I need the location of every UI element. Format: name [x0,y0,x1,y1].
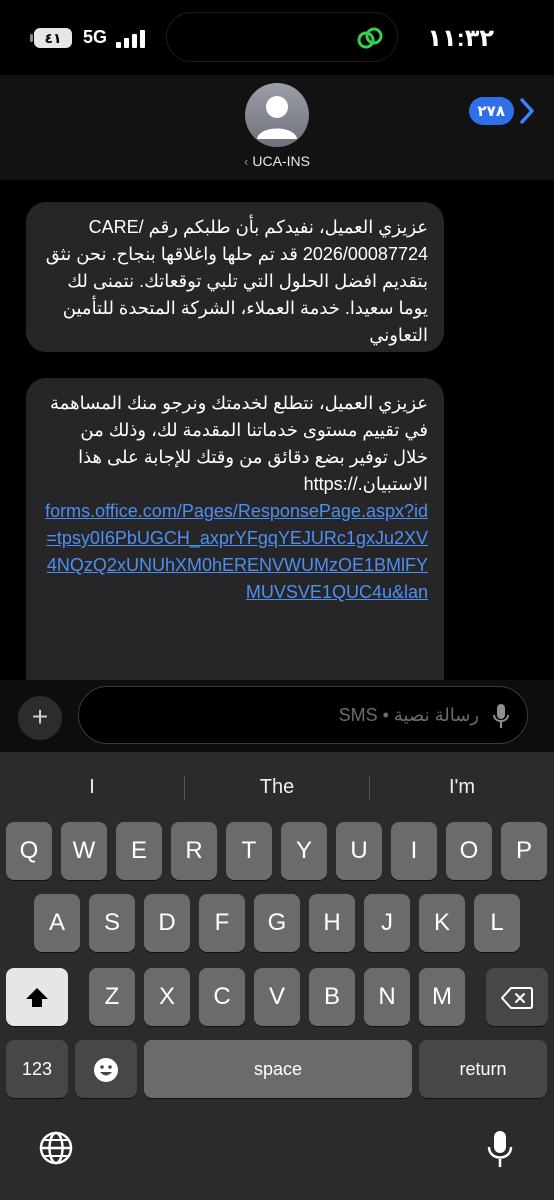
key-n[interactable]: N [364,968,410,1026]
plus-icon[interactable]: + [18,696,62,740]
unread-count-badge: ٢٧٨ [468,97,514,125]
network-type: 5G [83,27,108,47]
message-bubble[interactable]: عزيزي العميل، نتطلع لخدمتك ونرجو منك الم… [26,378,444,680]
key-q[interactable]: Q [6,822,52,880]
key-r[interactable]: R [171,822,217,880]
emoji-key[interactable] [75,1040,137,1098]
key-t[interactable]: T [226,822,272,880]
key-k[interactable]: K [419,894,465,952]
dynamic-island [166,12,398,62]
key-i[interactable]: I [391,822,437,880]
back-button[interactable]: ٢٧٨ [468,95,536,127]
key-l[interactable]: L [474,894,520,952]
shift-key[interactable] [6,968,68,1026]
status-time: ١١:٣٢ [427,25,494,52]
mic-icon[interactable] [493,703,509,729]
signal-icon [116,30,145,48]
key-c[interactable]: C [199,968,245,1026]
key-j[interactable]: J [364,894,410,952]
compose-bar: + [0,680,554,752]
key-u[interactable]: U [336,822,382,880]
numbers-key[interactable]: 123 [6,1040,68,1098]
message-text: عزيزي العميل، نفيدكم بأن طلبكم رقم CARE/… [45,217,428,345]
space-key[interactable]: space [144,1040,412,1098]
key-b[interactable]: B [309,968,355,1026]
emoji-icon [94,1058,118,1083]
key-w[interactable]: W [61,822,107,880]
key-o[interactable]: O [446,822,492,880]
globe-icon[interactable] [38,1130,74,1166]
contact-name[interactable]: ‹ UCA-INS [0,153,554,169]
suggestion-bar: I The I'm [0,764,554,810]
message-bubble[interactable]: عزيزي العميل، نفيدكم بأن طلبكم رقم CARE/… [26,202,444,352]
return-key[interactable]: return [419,1040,547,1098]
delete-key[interactable] [486,968,548,1026]
conversation-header: ٢٧٨ ‹ UCA-INS [0,75,554,180]
dictation-icon[interactable] [486,1129,514,1169]
key-e[interactable]: E [116,822,162,880]
key-s[interactable]: S [89,894,135,952]
key-y[interactable]: Y [281,822,327,880]
key-z[interactable]: Z [89,968,135,1026]
message-input-container[interactable] [78,686,528,744]
message-text: عزيزي العميل، نتطلع لخدمتك ونرجو منك الم… [50,393,428,494]
key-d[interactable]: D [144,894,190,952]
chevron-left-icon: ‹ [244,154,249,169]
key-x[interactable]: X [144,968,190,1026]
key-v[interactable]: V [254,968,300,1026]
message-thread[interactable]: عزيزي العميل، نفيدكم بأن طلبكم رقم CARE/… [0,180,554,680]
key-f[interactable]: F [199,894,245,952]
suggestion-1[interactable]: I [0,764,184,810]
link-icon [357,27,383,49]
key-h[interactable]: H [309,894,355,952]
status-bar: ٤١ 5G ١١:٣٢ [0,0,554,75]
chevron-right-icon [520,98,534,124]
key-g[interactable]: G [254,894,300,952]
battery-icon: ٤١ [30,28,72,48]
survey-link[interactable]: forms.office.com/Pages/ResponsePage.aspx… [42,498,428,606]
delete-icon [500,987,533,1010]
message-input[interactable] [99,687,479,743]
suggestion-3[interactable]: I'm [370,764,554,810]
avatar-icon[interactable] [245,83,309,147]
key-m[interactable]: M [419,968,465,1026]
key-a[interactable]: A [34,894,80,952]
shift-icon [26,987,48,1007]
key-p[interactable]: P [501,822,547,880]
suggestion-2[interactable]: The [185,764,369,810]
keyboard: I The I'm Q W E R T Y U I O P A S D F G … [0,752,554,1200]
